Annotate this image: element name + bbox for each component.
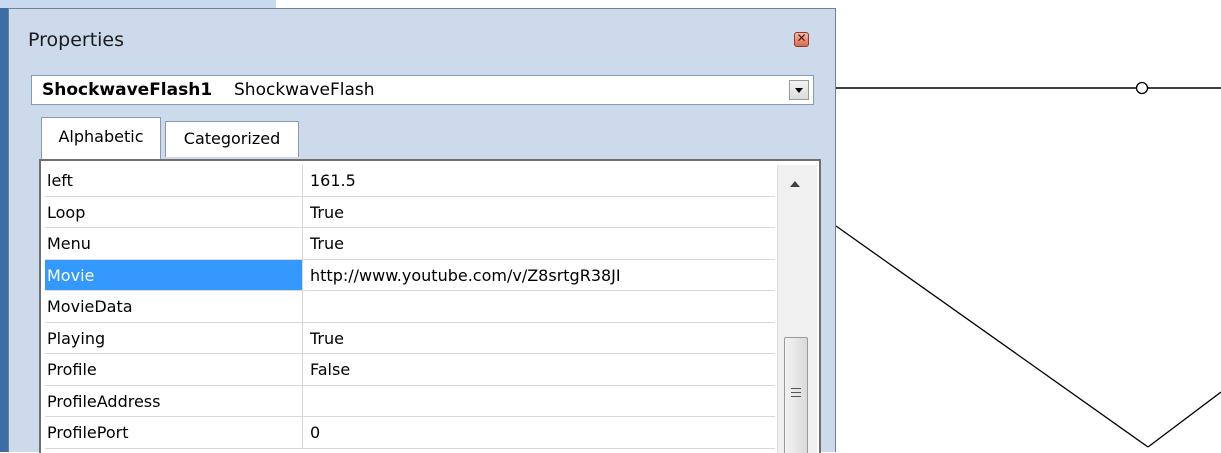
object-selector-dropdown[interactable]: ShockwaveFlash1 ShockwaveFlash (31, 75, 814, 105)
scrollbar-thumb[interactable] (784, 337, 808, 453)
property-name: ProfilePort (45, 417, 303, 448)
tab-alphabetic[interactable]: Alphabetic (41, 117, 161, 159)
property-row-profile[interactable]: Profile False (45, 354, 775, 386)
property-name: MovieData (45, 291, 303, 322)
connector-lines (836, 81, 1221, 448)
property-value[interactable]: http://www.youtube.com/v/Z8srtgR38JI (304, 260, 775, 291)
property-name: Movie (45, 259, 303, 290)
background-window-top (0, 0, 276, 8)
property-row-profileport[interactable]: ProfilePort 0 (45, 417, 775, 449)
property-name: Loop (45, 196, 303, 227)
property-name: Menu (45, 228, 303, 259)
property-row-left[interactable]: left 161.5 (45, 165, 775, 197)
property-grid: left 161.5 Loop True Menu True Movie htt… (39, 159, 821, 453)
property-value[interactable]: True (304, 197, 775, 228)
tab-categorized-label: Categorized (183, 129, 281, 148)
title-bar[interactable]: Properties ✕ (9, 9, 835, 63)
tab-categorized[interactable]: Categorized (165, 121, 299, 157)
property-row-loop[interactable]: Loop True (45, 196, 775, 228)
property-name: Playing (45, 322, 303, 353)
chevron-down-icon[interactable] (789, 80, 809, 100)
drawing-canvas[interactable] (836, 0, 1221, 452)
property-value[interactable]: 0 (304, 417, 775, 448)
property-value[interactable]: True (304, 228, 775, 259)
tab-alphabetic-label: Alphabetic (58, 127, 144, 146)
object-type: ShockwaveFlash (234, 80, 375, 100)
vertical-scrollbar[interactable] (777, 165, 817, 453)
property-row-playing[interactable]: Playing True (45, 322, 775, 354)
close-button[interactable]: ✕ (794, 31, 809, 47)
scroll-up-arrow-icon[interactable] (790, 181, 800, 187)
property-rows: left 161.5 Loop True Menu True Movie htt… (45, 165, 775, 449)
property-value[interactable]: 161.5 (304, 165, 775, 196)
grip-icon (791, 388, 801, 397)
property-row-movie[interactable]: Movie http://www.youtube.com/v/Z8srtgR38… (45, 259, 775, 291)
property-value[interactable] (304, 291, 775, 322)
window-title: Properties (28, 29, 125, 51)
connector-node[interactable] (1135, 81, 1149, 95)
property-value[interactable]: False (304, 354, 775, 385)
property-value[interactable] (304, 386, 775, 417)
property-name: left (45, 165, 303, 196)
background-window-edge (0, 0, 8, 452)
property-row-profileaddress[interactable]: ProfileAddress (45, 385, 775, 417)
property-name: Profile (45, 354, 303, 385)
property-row-moviedata[interactable]: MovieData (45, 291, 775, 323)
diagonal-line-up (1147, 391, 1221, 448)
close-icon: ✕ (796, 31, 807, 45)
property-row-menu[interactable]: Menu True (45, 228, 775, 260)
property-name: ProfileAddress (45, 385, 303, 416)
properties-window: Properties ✕ ShockwaveFlash1 ShockwaveFl… (8, 8, 836, 453)
diagonal-line-down (836, 225, 1149, 448)
object-name: ShockwaveFlash1 (42, 80, 213, 100)
property-value[interactable]: True (304, 323, 775, 354)
